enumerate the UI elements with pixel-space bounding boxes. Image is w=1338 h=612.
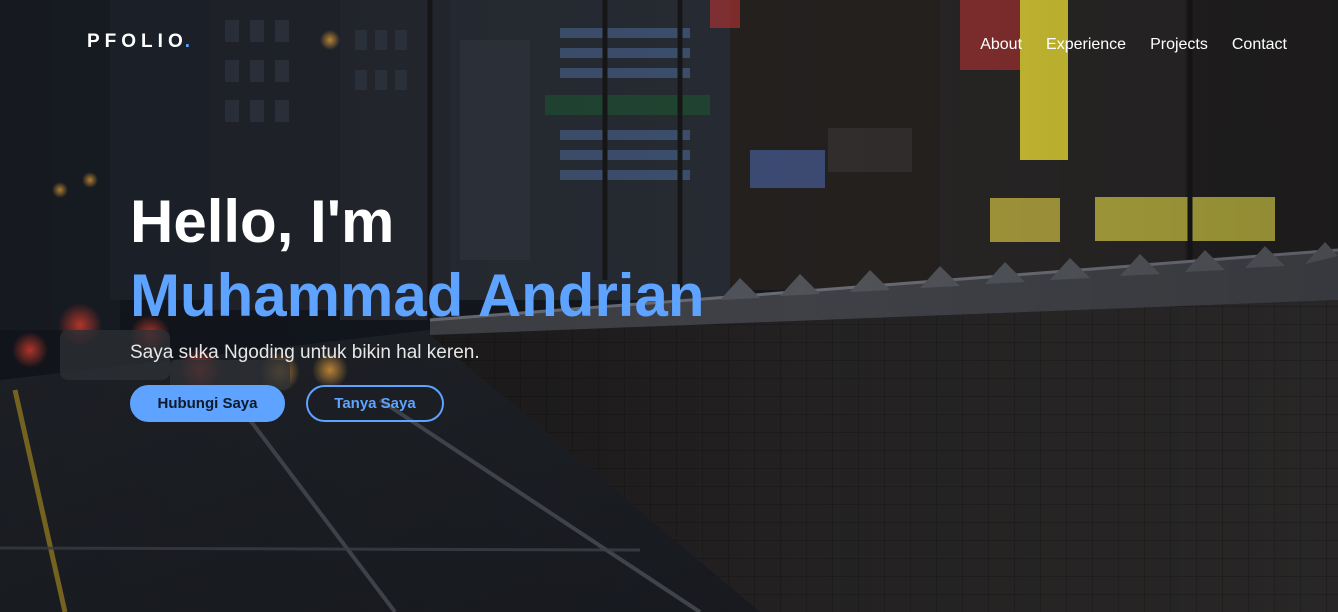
hero-content: Hello, I'm Muhammad Andrian Saya suka Ng… — [130, 188, 704, 422]
nav-link-projects[interactable]: Projects — [1150, 36, 1208, 54]
hero-buttons: Hubungi Saya Tanya Saya — [130, 385, 704, 422]
hero-section: PFOLIO. About Experience Projects Contac… — [0, 0, 1338, 612]
nav-link-contact[interactable]: Contact — [1232, 36, 1287, 54]
nav-links: About Experience Projects Contact — [980, 36, 1287, 54]
hero-tagline: Saya suka Ngoding untuk bikin hal keren. — [130, 342, 480, 363]
site-logo[interactable]: PFOLIO. — [87, 31, 190, 53]
contact-me-button[interactable]: Hubungi Saya — [130, 385, 285, 422]
nav-link-about[interactable]: About — [980, 36, 1022, 54]
hero-name: Muhammad Andrian — [130, 262, 705, 329]
hero-greeting: Hello, I'm — [130, 188, 395, 255]
ask-me-button[interactable]: Tanya Saya — [306, 385, 444, 422]
nav-link-experience[interactable]: Experience — [1046, 36, 1126, 54]
logo-dot: . — [184, 31, 191, 52]
logo-text: PFOLIO — [87, 31, 188, 52]
top-navbar: PFOLIO. About Experience Projects Contac… — [0, 0, 1338, 90]
